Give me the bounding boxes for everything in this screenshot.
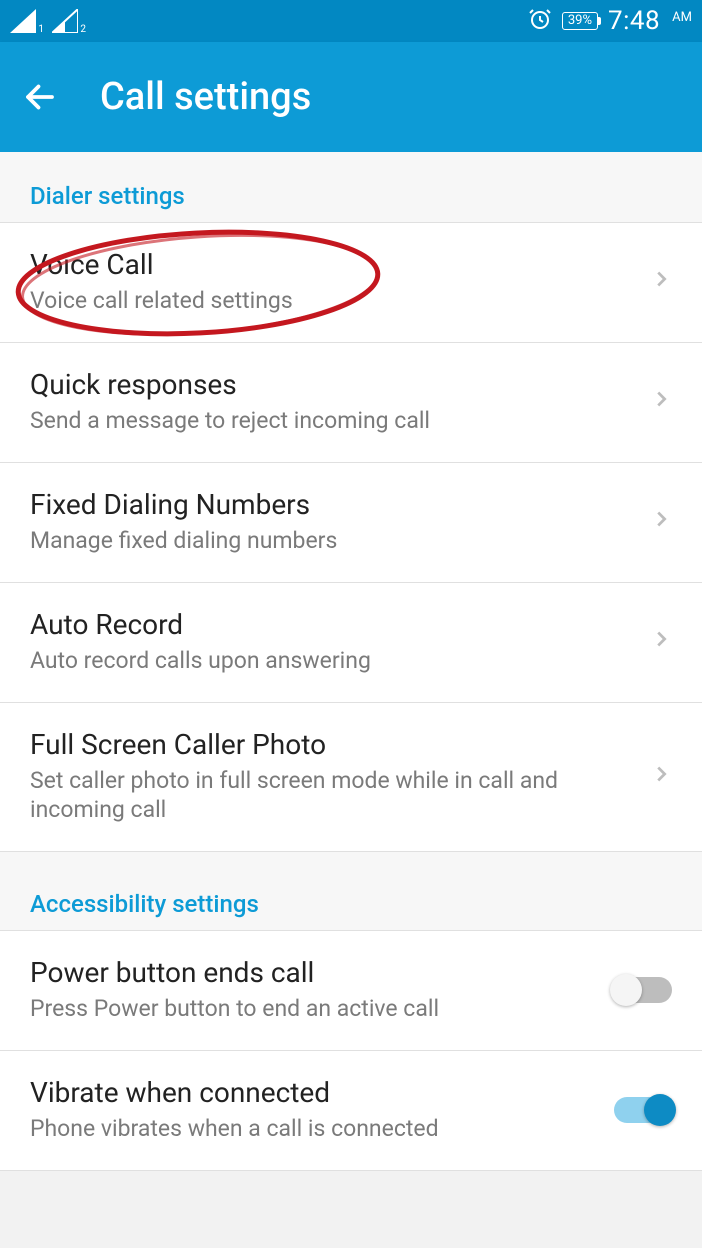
battery-icon: 39% <box>562 12 598 30</box>
item-subtitle: Voice call related settings <box>30 286 600 316</box>
item-subtitle: Phone vibrates when a call is connected <box>30 1114 564 1144</box>
chevron-right-icon <box>650 508 672 534</box>
item-title: Voice Call <box>30 247 600 282</box>
item-subtitle: Press Power button to end an active call <box>30 994 564 1024</box>
chevron-right-icon <box>650 628 672 654</box>
item-title: Vibrate when connected <box>30 1075 564 1110</box>
signal-sim2-icon: 2 <box>52 9 78 33</box>
clock-ampm: AM <box>672 10 692 25</box>
page-title: Call settings <box>100 75 311 119</box>
item-auto-record[interactable]: Auto Record Auto record calls upon answe… <box>0 583 702 703</box>
chevron-right-icon <box>650 763 672 789</box>
section-header-dialer: Dialer settings <box>0 152 702 222</box>
section-header-accessibility: Accessibility settings <box>0 890 702 930</box>
item-title: Fixed Dialing Numbers <box>30 487 600 522</box>
item-full-screen-caller-photo[interactable]: Full Screen Caller Photo Set caller phot… <box>0 703 702 853</box>
chevron-right-icon <box>650 388 672 414</box>
settings-list: Dialer settings Voice Call Voice call re… <box>0 152 702 1171</box>
item-subtitle: Send a message to reject incoming call <box>30 406 600 436</box>
alarm-icon <box>528 7 552 36</box>
item-subtitle: Manage fixed dialing numbers <box>30 526 600 556</box>
item-vibrate-when-connected[interactable]: Vibrate when connected Phone vibrates wh… <box>0 1051 702 1171</box>
item-title: Power button ends call <box>30 955 564 990</box>
app-bar: Call settings <box>0 42 702 152</box>
item-title: Full Screen Caller Photo <box>30 727 600 762</box>
item-subtitle: Set caller photo in full screen mode whi… <box>30 766 600 826</box>
item-title: Auto Record <box>30 607 600 642</box>
arrow-left-icon <box>22 79 58 115</box>
toggle-power-end[interactable] <box>614 977 672 1003</box>
back-button[interactable] <box>20 77 60 117</box>
toggle-vibrate[interactable] <box>614 1097 672 1123</box>
item-power-button-ends-call[interactable]: Power button ends call Press Power butto… <box>0 930 702 1051</box>
item-subtitle: Auto record calls upon answering <box>30 646 600 676</box>
item-quick-responses[interactable]: Quick responses Send a message to reject… <box>0 343 702 463</box>
chevron-right-icon <box>650 268 672 294</box>
item-fixed-dialing-numbers[interactable]: Fixed Dialing Numbers Manage fixed diali… <box>0 463 702 583</box>
status-bar: 1 2 39% 7:48 AM <box>0 0 702 42</box>
item-title: Quick responses <box>30 367 600 402</box>
signal-sim1-icon: 1 <box>10 9 36 33</box>
item-voice-call[interactable]: Voice Call Voice call related settings <box>0 222 702 343</box>
clock-time: 7:48 <box>608 6 660 36</box>
